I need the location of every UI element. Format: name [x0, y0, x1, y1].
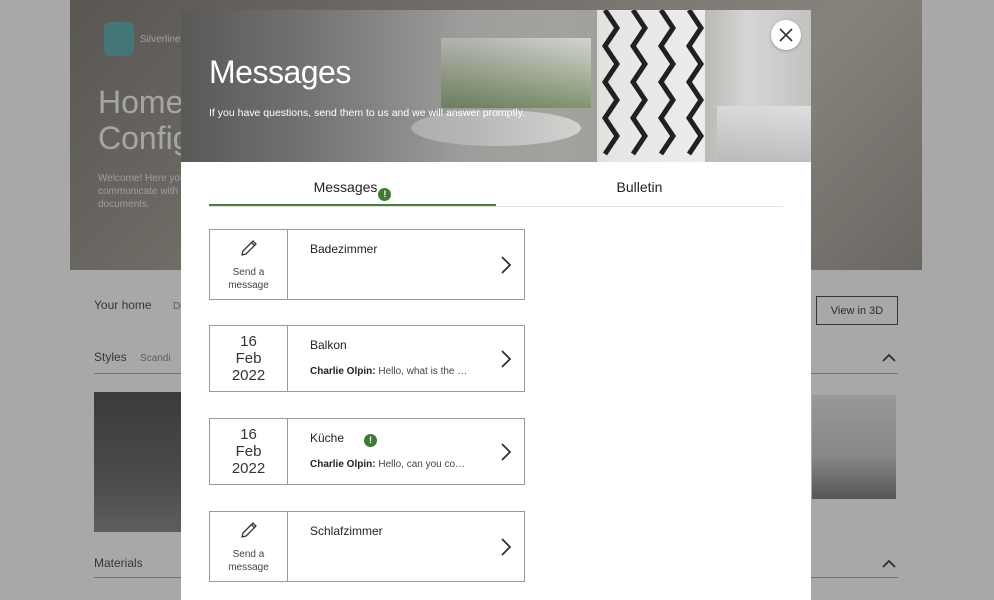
chevron-right-icon — [501, 537, 512, 556]
date-cell: 16 Feb 2022 — [210, 326, 288, 391]
tab-bulletin-label: Bulletin — [616, 179, 663, 195]
modal-hero-image: Messages If you have questions, send the… — [181, 10, 811, 162]
date-month: Feb — [235, 350, 262, 367]
unread-badge: ! — [364, 434, 378, 447]
tab-bulletin[interactable]: Bulletin — [496, 170, 783, 206]
chevron-right-icon — [501, 255, 512, 274]
tab-messages[interactable]: Messages! — [209, 170, 496, 206]
thread-body: Balkon Charlie Olpin: Hello, what is the… — [288, 326, 524, 391]
chevron-right-icon — [501, 442, 512, 461]
thread-card-kueche[interactable]: 16 Feb 2022 Küche! Charlie Olpin: Hello,… — [209, 418, 525, 485]
thread-card-schlafzimmer[interactable]: Send a message Schlafzimmer — [209, 511, 525, 582]
send-message-label: Send a message — [228, 266, 269, 292]
send-message-cell[interactable]: Send a message — [210, 230, 288, 299]
date-day: 16 — [240, 426, 257, 443]
room-name: Balkon — [310, 338, 347, 352]
room-name-text: Küche — [310, 431, 345, 445]
messages-modal: Messages If you have questions, send the… — [181, 10, 811, 600]
send-message-label: Send a message — [228, 548, 269, 574]
preview-author: Charlie Olpin: — [310, 366, 376, 377]
date-day: 16 — [240, 333, 257, 350]
preview-text: Hello, what is the … — [378, 366, 468, 377]
thread-card-balkon[interactable]: 16 Feb 2022 Balkon Charlie Olpin: Hello,… — [209, 325, 525, 392]
send-label-line-2: message — [228, 561, 269, 573]
thread-body: Badezimmer — [288, 230, 524, 299]
date-month: Feb — [235, 443, 262, 460]
unread-badge: ! — [378, 188, 392, 201]
send-label-line-1: Send a — [232, 548, 265, 560]
close-button[interactable] — [771, 20, 801, 50]
modal-title: Messages — [209, 54, 351, 90]
tab-messages-label: Messages — [313, 179, 378, 195]
date-cell: 16 Feb 2022 — [210, 419, 288, 484]
date-year: 2022 — [231, 460, 266, 477]
date-year: 2022 — [231, 367, 266, 384]
pencil-icon — [240, 521, 257, 538]
chevron-right-icon — [501, 349, 512, 368]
room-name: Schlafzimmer — [310, 524, 383, 538]
message-preview: Charlie Olpin: Hello, what is the … — [310, 366, 467, 377]
close-icon — [779, 28, 793, 42]
send-label-line-2: message — [228, 279, 269, 291]
preview-author: Charlie Olpin: — [310, 459, 376, 470]
room-name: Küche! — [310, 431, 502, 447]
thread-body: Schlafzimmer — [288, 512, 524, 581]
message-preview: Charlie Olpin: Hello, can you co… — [310, 459, 465, 470]
pencil-icon — [240, 239, 257, 256]
tab-bar: Messages! Bulletin — [209, 170, 783, 207]
thread-card-badezimmer[interactable]: Send a message Badezimmer — [209, 229, 525, 300]
room-name: Badezimmer — [310, 242, 378, 256]
send-label-line-1: Send a — [232, 266, 265, 278]
thread-body: Küche! Charlie Olpin: Hello, can you co… — [288, 419, 524, 484]
send-message-cell[interactable]: Send a message — [210, 512, 288, 581]
modal-subtitle: If you have questions, send them to us a… — [209, 107, 526, 119]
preview-text: Hello, can you co… — [378, 459, 466, 470]
